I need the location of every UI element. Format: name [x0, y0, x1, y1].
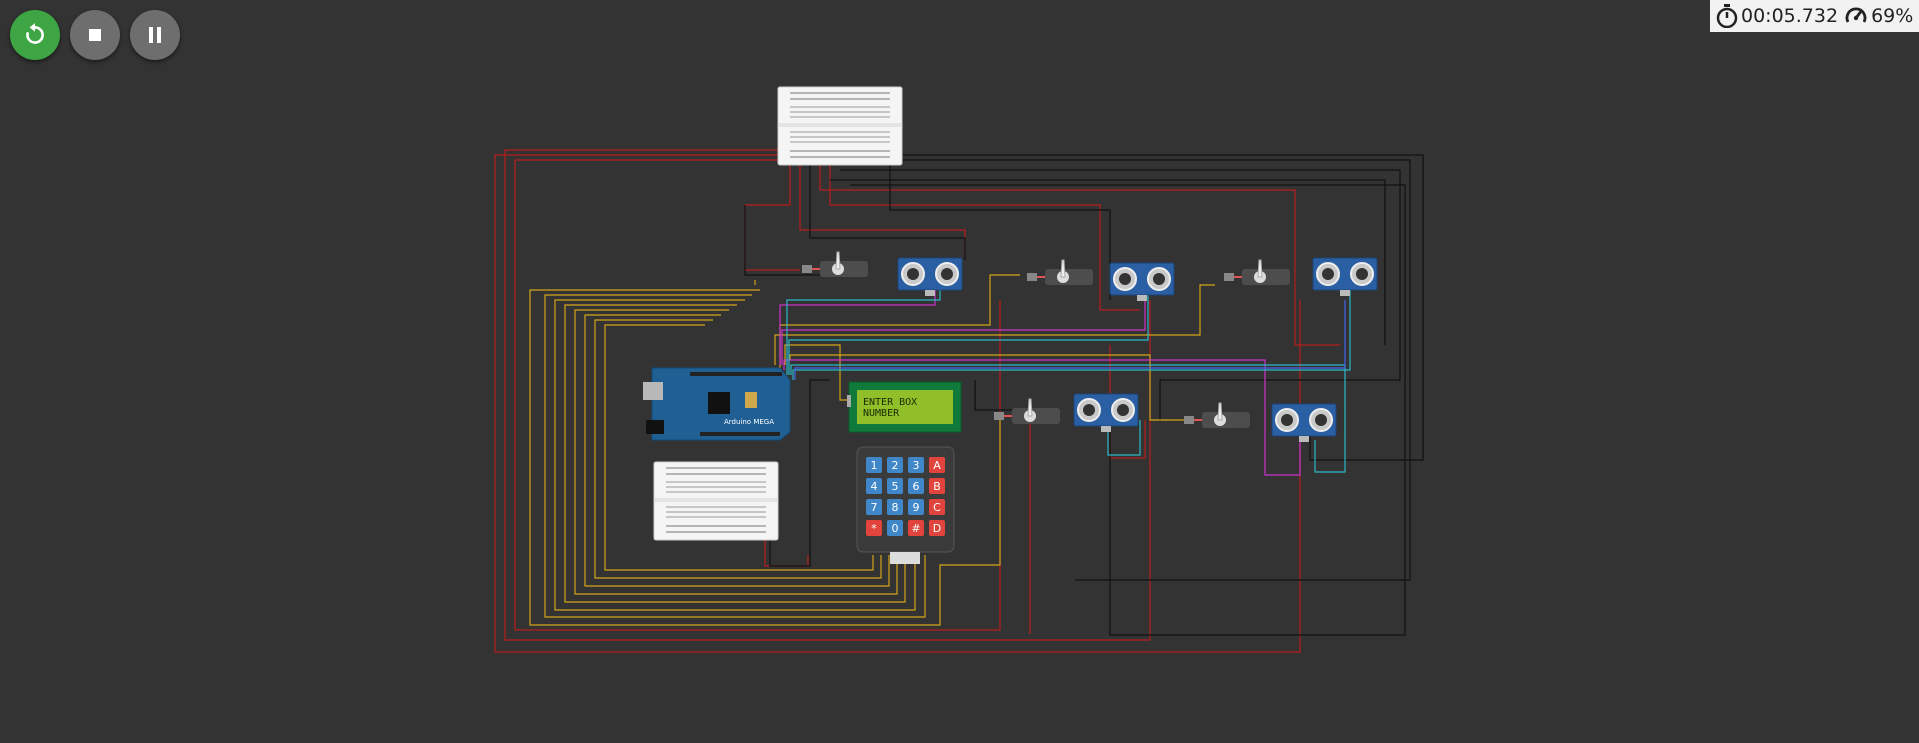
keypad-key-label: 4 [871, 480, 878, 493]
servo-2[interactable] [1027, 259, 1093, 285]
keypad-key-label: C [933, 501, 941, 514]
breadboard-bottom[interactable] [653, 461, 779, 541]
keypad-key-label: 2 [892, 459, 899, 472]
keypad-key[interactable]: 0 [887, 520, 903, 536]
keypad-key[interactable]: A [929, 457, 945, 473]
keypad-key-label: 3 [913, 459, 920, 472]
keypad-key-label: 7 [871, 501, 878, 514]
servo-3[interactable] [1224, 259, 1290, 285]
keypad-key-label: D [933, 522, 941, 535]
keypad-key[interactable]: C [929, 499, 945, 515]
keypad-key-label: B [933, 480, 941, 493]
ultrasonic-2[interactable] [1109, 262, 1175, 301]
servo-5[interactable] [1184, 402, 1250, 428]
servo-1[interactable] [802, 251, 868, 277]
lcd-display[interactable]: ENTER BOX NUMBER [847, 381, 962, 433]
keypad-key-label: 1 [871, 459, 878, 472]
keypad-key[interactable]: 6 [908, 478, 924, 494]
keypad-key[interactable]: 8 [887, 499, 903, 515]
keypad-key[interactable]: 5 [887, 478, 903, 494]
keypad-key[interactable]: 2 [887, 457, 903, 473]
keypad-key[interactable]: 9 [908, 499, 924, 515]
keypad-key-label: # [911, 522, 920, 535]
lcd-line-1: ENTER BOX [863, 397, 917, 408]
keypad-key[interactable]: D [929, 520, 945, 536]
keypad-key-label: A [933, 459, 941, 472]
keypad-key[interactable]: 4 [866, 478, 882, 494]
keypad-key[interactable]: 1 [866, 457, 882, 473]
keypad-key[interactable]: B [929, 478, 945, 494]
circuit-canvas[interactable]: Arduino MEGA ENTER BOX NUMBER 1 2 3 A 4 5 6 B 7 8… [0, 0, 1919, 743]
ultrasonic-4[interactable] [1073, 393, 1139, 432]
keypad-key-label: 5 [892, 480, 899, 493]
keypad-key[interactable]: 3 [908, 457, 924, 473]
keypad-key-label: 0 [892, 522, 899, 535]
keypad-key-label: 8 [892, 501, 899, 514]
breadboard-top[interactable] [777, 86, 903, 166]
ultrasonic-5[interactable] [1271, 403, 1337, 442]
arduino-mega[interactable]: Arduino MEGA [643, 367, 791, 441]
ultrasonic-3[interactable] [1312, 257, 1378, 296]
keypad-key-label: 9 [913, 501, 920, 514]
board-label: Arduino MEGA [724, 418, 774, 426]
lcd-line-2: NUMBER [863, 408, 900, 419]
keypad-key[interactable]: 7 [866, 499, 882, 515]
ultrasonic-1[interactable] [897, 257, 963, 296]
keypad-key[interactable]: # [908, 520, 924, 536]
keypad[interactable]: 1 2 3 A 4 5 6 B 7 8 9 C * 0 # D [856, 446, 955, 564]
servo-4[interactable] [994, 398, 1060, 424]
keypad-key[interactable]: * [866, 520, 882, 536]
keypad-key-label: * [871, 522, 877, 535]
keypad-key-label: 6 [913, 480, 920, 493]
